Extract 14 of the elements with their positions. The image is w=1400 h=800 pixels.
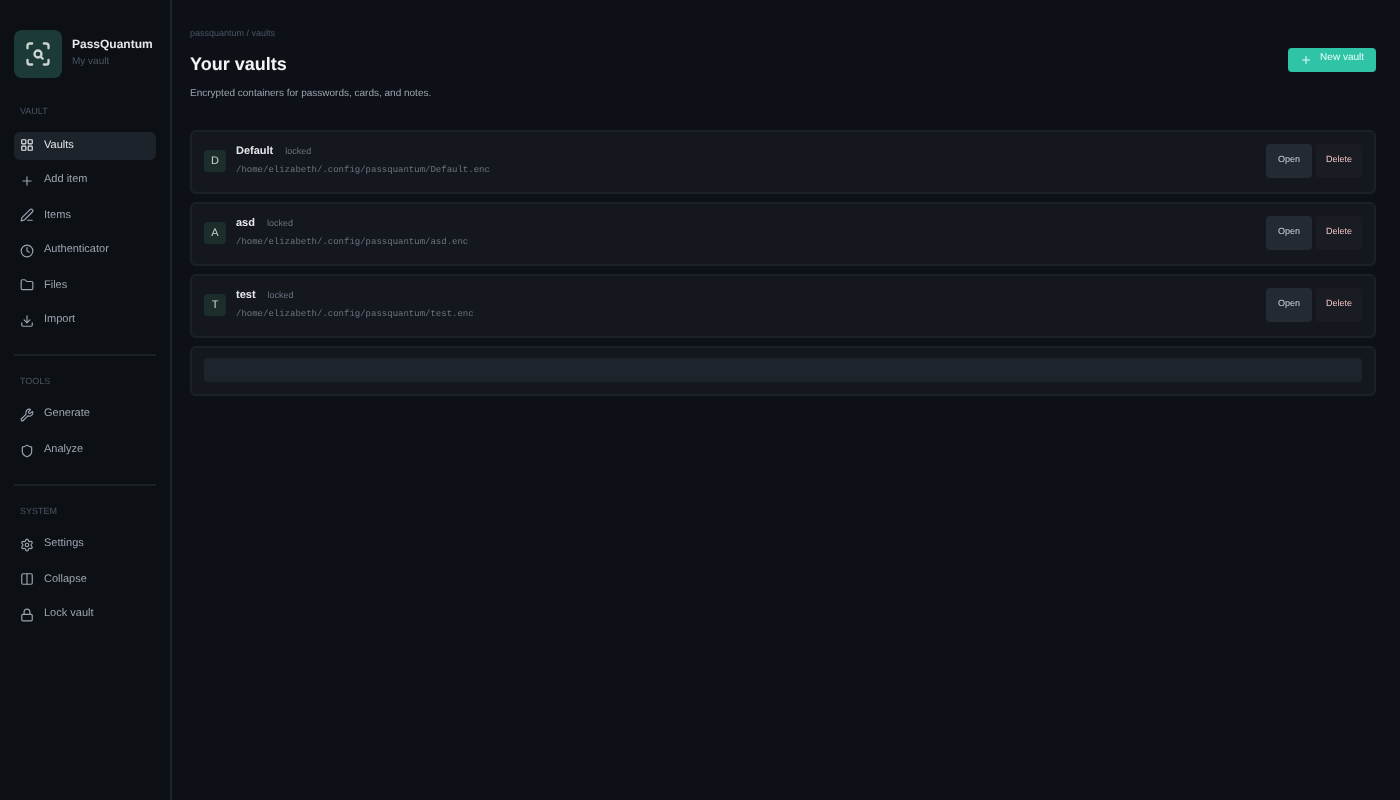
clock-icon: [20, 243, 34, 258]
app-logo-icon: [14, 30, 62, 78]
page-title: Your vaults: [190, 51, 289, 78]
shield-icon: [20, 443, 34, 457]
download-icon: [20, 313, 34, 328]
panel-icon: [20, 572, 34, 587]
lock-icon: [20, 607, 34, 622]
plus-icon: [20, 173, 34, 188]
wrench-icon: [20, 408, 34, 422]
folder-icon: [20, 278, 34, 293]
settings-icon: [20, 537, 34, 552]
plus-icon: [1300, 54, 1313, 66]
grid-icon: [20, 138, 34, 153]
pen-icon: [20, 208, 34, 223]
